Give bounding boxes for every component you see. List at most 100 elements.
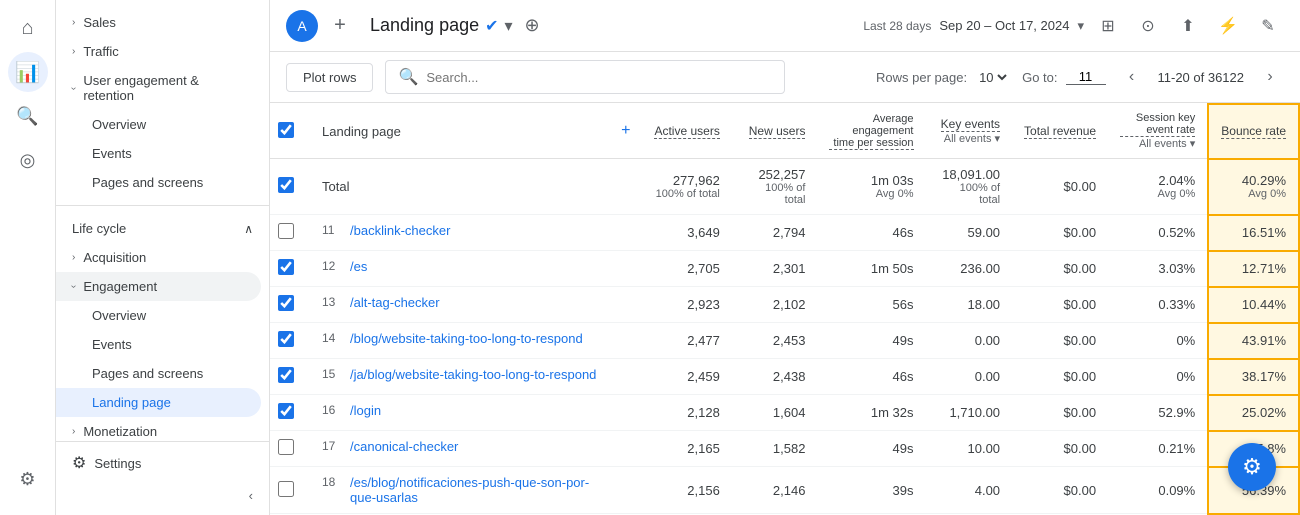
- total-session-key-rate: 2.04% Avg 0%: [1108, 159, 1208, 215]
- table-row: 15 /ja/blog/website-taking-too-long-to-r…: [270, 359, 1299, 395]
- row-checkbox-6[interactable]: [278, 439, 294, 455]
- row-page-link-3[interactable]: /blog/website-taking-too-long-to-respond: [350, 331, 583, 346]
- sidebar-engagement-pages[interactable]: Pages and screens: [56, 359, 261, 388]
- session-key-rate-filter[interactable]: All events ▾: [1139, 137, 1195, 150]
- sidebar-settings[interactable]: ⚙ Settings: [56, 446, 261, 480]
- title-dropdown-icon[interactable]: ▾: [505, 16, 513, 36]
- total-key-events: 18,091.00 100% of total: [926, 159, 1013, 215]
- row-avg-engagement-4: 46s: [817, 359, 925, 395]
- date-range[interactable]: Last 28 days Sep 20 – Oct 17, 2024 ▾: [863, 18, 1084, 34]
- main-content: A + Landing page ✔ ▾ ⊕ Last 28 days Sep …: [270, 0, 1300, 515]
- page-title: Landing page: [370, 15, 479, 36]
- select-all-checkbox[interactable]: [278, 122, 294, 138]
- row-checkbox-5[interactable]: [278, 403, 294, 419]
- row-checkbox-7[interactable]: [278, 481, 294, 497]
- add-report-button[interactable]: +: [326, 12, 354, 40]
- nav-settings-icon[interactable]: ⚙: [8, 459, 48, 499]
- row-new-users-3: 2,453: [732, 323, 818, 359]
- next-page-button[interactable]: ›: [1256, 63, 1284, 91]
- total-bounce-rate: 40.29% Avg 0%: [1208, 159, 1299, 215]
- total-revenue-label: Total revenue: [1024, 124, 1096, 139]
- data-table-container: Landing page + Active users: [270, 103, 1300, 515]
- row-checkbox-3[interactable]: [278, 331, 294, 347]
- settings-fab-button[interactable]: ⚙: [1228, 443, 1276, 491]
- avatar-button[interactable]: A: [286, 10, 318, 42]
- header-active-users: Active users: [642, 104, 731, 159]
- row-session-rate-5: 52.9%: [1108, 395, 1208, 431]
- row-page-link-7[interactable]: /es/blog/notificaciones-push-que-son-por…: [350, 475, 597, 505]
- row-spacer-7: [609, 467, 642, 514]
- row-num-page-2: 13 /alt-tag-checker: [310, 287, 609, 318]
- sidebar-item-traffic[interactable]: › Traffic: [56, 37, 261, 66]
- row-page-link-5[interactable]: /login: [350, 403, 381, 418]
- nav-home-icon[interactable]: ⌂: [8, 8, 48, 48]
- search-input[interactable]: [426, 70, 772, 85]
- row-num-page-5: 16 /login: [310, 395, 609, 426]
- key-events-filter[interactable]: All events ▾: [944, 132, 1000, 145]
- row-bounce-rate-4: 38.17%: [1208, 359, 1299, 395]
- sidebar-sub-overview[interactable]: Overview: [56, 110, 261, 139]
- add-col-icon[interactable]: +: [621, 122, 630, 139]
- columns-icon-btn[interactable]: ⊞: [1092, 10, 1124, 42]
- row-checkbox-1[interactable]: [278, 259, 294, 275]
- sidebar-engagement-overview[interactable]: Overview: [56, 301, 261, 330]
- row-session-rate-4: 0%: [1108, 359, 1208, 395]
- sidebar-item-user-engagement[interactable]: › User engagement & retention: [56, 66, 261, 110]
- row-page-link-4[interactable]: /ja/blog/website-taking-too-long-to-resp…: [350, 367, 596, 382]
- row-checkbox-0[interactable]: [278, 223, 294, 239]
- sidebar-sub-events[interactable]: Events: [56, 139, 261, 168]
- lifecycle-chevron-icon: ∧: [244, 222, 253, 236]
- row-key-events-0: 59.00: [926, 215, 1013, 251]
- share-icon-btn[interactable]: ⬆: [1172, 10, 1204, 42]
- row-bounce-rate-5: 25.02%: [1208, 395, 1299, 431]
- date-range-value: Sep 20 – Oct 17, 2024: [939, 18, 1069, 33]
- sidebar-item-monetization[interactable]: › Monetization: [56, 417, 261, 441]
- row-spacer-6: [609, 431, 642, 467]
- total-checkbox[interactable]: [278, 177, 294, 193]
- row-bounce-rate-1: 12.71%: [1208, 251, 1299, 287]
- nav-target-icon[interactable]: ◎: [8, 140, 48, 180]
- sidebar-collapse-btn[interactable]: ‹: [56, 480, 269, 511]
- row-num-page-1: 12 /es: [310, 251, 609, 282]
- plot-rows-button[interactable]: Plot rows: [286, 63, 373, 92]
- row-page-link-1[interactable]: /es: [350, 259, 367, 274]
- search-box: 🔍: [385, 60, 785, 94]
- row-avg-engagement-0: 46s: [817, 215, 925, 251]
- nav-chart-icon[interactable]: 📊: [8, 52, 48, 92]
- pagination-info: 11-20 of 36122: [1158, 70, 1245, 85]
- total-row: Total 277,962 100% of total 252,257 100%…: [270, 159, 1299, 215]
- row-new-users-5: 1,604: [732, 395, 818, 431]
- sidebar-engagement-events[interactable]: Events: [56, 330, 261, 359]
- add-to-report-button[interactable]: ⊕: [521, 11, 544, 40]
- row-revenue-6: $0.00: [1012, 431, 1108, 467]
- compare-icon-btn[interactable]: ⊙: [1132, 10, 1164, 42]
- prev-page-button[interactable]: ‹: [1118, 63, 1146, 91]
- row-checkbox-2[interactable]: [278, 295, 294, 311]
- insights-icon-btn[interactable]: ⚡: [1212, 10, 1244, 42]
- row-revenue-5: $0.00: [1012, 395, 1108, 431]
- row-page-link-6[interactable]: /canonical-checker: [350, 439, 458, 454]
- lifecycle-section[interactable]: Life cycle ∧: [56, 214, 269, 243]
- rows-per-page-select[interactable]: 10 25 50: [975, 69, 1010, 86]
- nav-search-icon[interactable]: 🔍: [8, 96, 48, 136]
- sidebar-item-sales[interactable]: › Sales: [56, 8, 261, 37]
- monetization-arrow-icon: ›: [72, 426, 75, 437]
- row-session-rate-3: 0%: [1108, 323, 1208, 359]
- sidebar-engagement-landing[interactable]: Landing page: [56, 388, 261, 417]
- row-spacer-1: [609, 251, 642, 287]
- date-range-dropdown-icon: ▾: [1077, 18, 1084, 34]
- row-page-link-0[interactable]: /backlink-checker: [350, 223, 450, 238]
- row-revenue-7: $0.00: [1012, 467, 1108, 514]
- edit-icon-btn[interactable]: ✎: [1252, 10, 1284, 42]
- row-checkbox-4[interactable]: [278, 367, 294, 383]
- goto-input[interactable]: [1066, 69, 1106, 85]
- row-page-link-2[interactable]: /alt-tag-checker: [350, 295, 440, 310]
- header-key-events: Key events All events ▾: [926, 104, 1013, 159]
- row-key-events-6: 10.00: [926, 431, 1013, 467]
- rows-per-page-label: Rows per page:: [876, 70, 967, 85]
- sidebar-item-engagement[interactable]: › Engagement: [56, 272, 261, 301]
- header-add-col[interactable]: +: [609, 104, 642, 159]
- sidebar: › Sales › Traffic › User engagement & re…: [56, 0, 270, 515]
- sidebar-sub-pages-screens[interactable]: Pages and screens: [56, 168, 261, 197]
- sidebar-item-acquisition[interactable]: › Acquisition: [56, 243, 261, 272]
